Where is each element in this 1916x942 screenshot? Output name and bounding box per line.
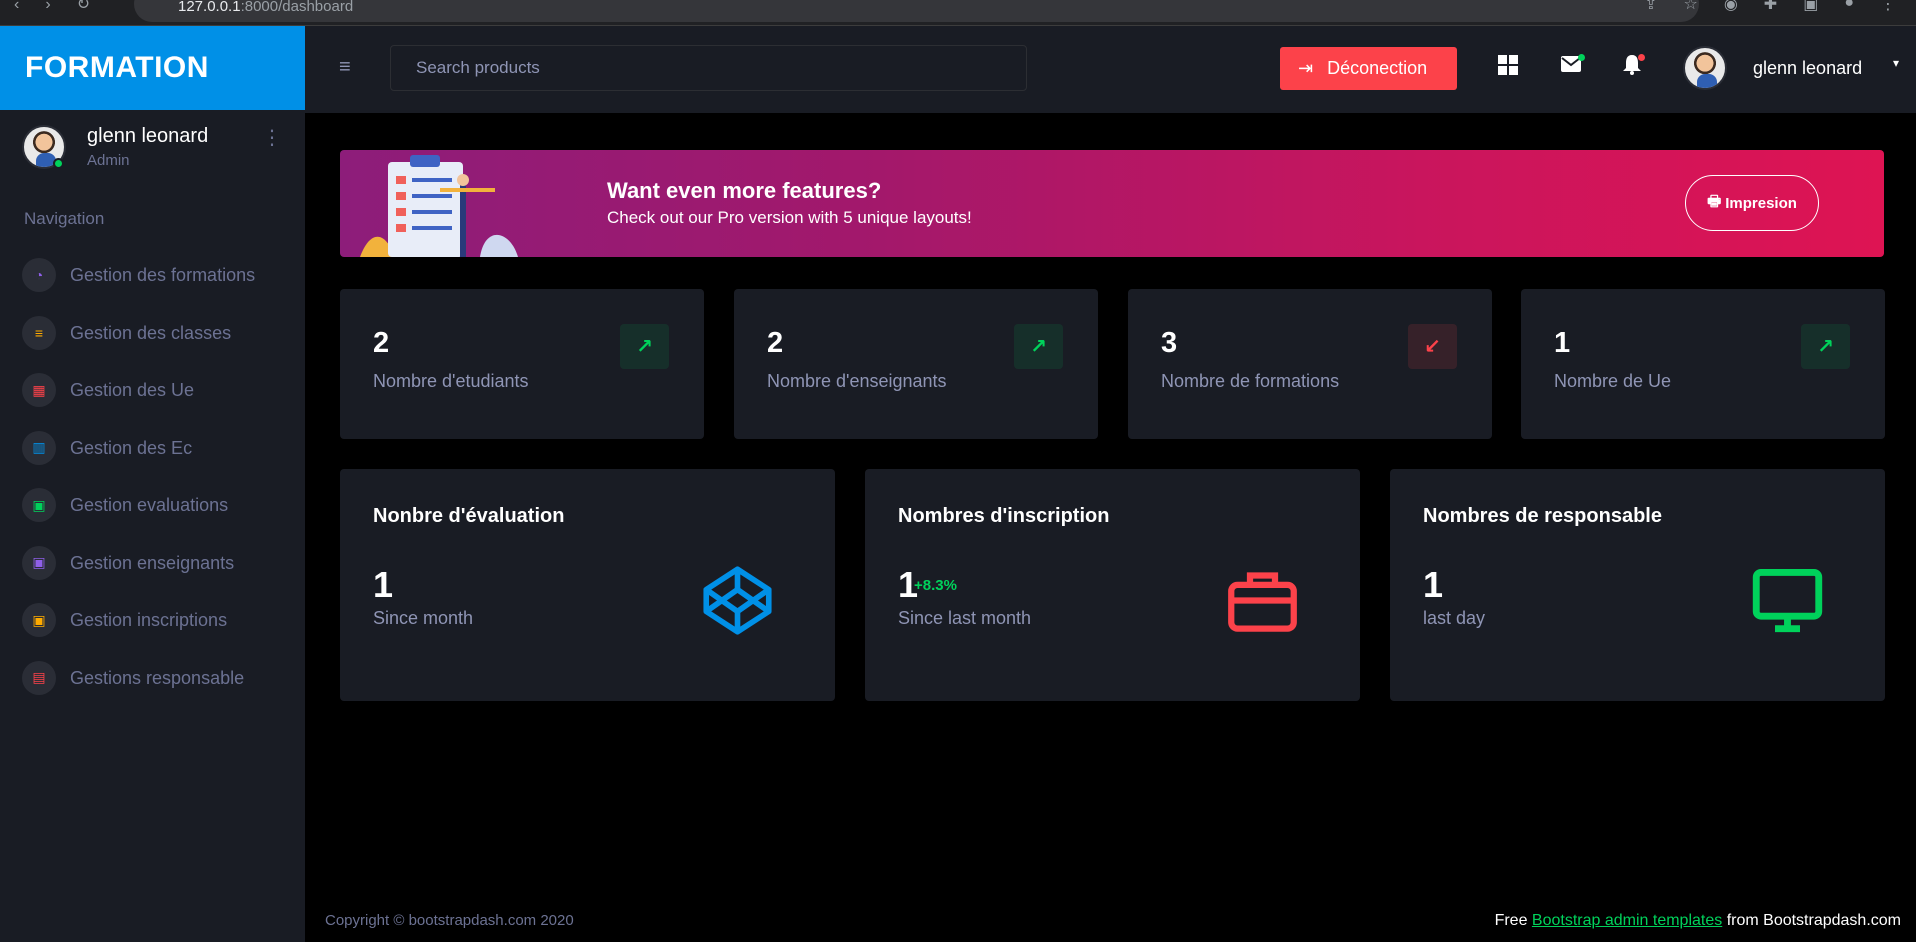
promo-subtitle: Check out our Pro version with 5 unique … [607, 208, 972, 227]
sidebar-item-evaluations[interactable]: ▣ Gestion evaluations [22, 488, 255, 546]
stat-value: 3 [1161, 327, 1178, 359]
browser-extension-icons[interactable]: ⇪ ☆ ◉ ✚ ▣ ● ⋮ [1644, 0, 1896, 14]
table-icon: ▦ [22, 373, 56, 407]
logout-button[interactable]: ⇥ Déconection [1280, 47, 1457, 90]
share-icon: ⇪ [1644, 0, 1658, 13]
sidebar-menu: ◔ Gestion des formations ≡ Gestion des cla… [22, 258, 255, 718]
footer-templates-link[interactable]: Bootstrap admin templates [1532, 912, 1722, 929]
playlist-icon: ≡ [22, 315, 56, 350]
menu-icon: ⋮ [1880, 0, 1896, 13]
print-button[interactable]: 🖶 Impresion [1685, 175, 1819, 231]
sidebar-profile: glenn leonard Admin ⋮ [22, 125, 292, 175]
clipboard-illustration-icon [360, 155, 518, 257]
address-bar[interactable]: 127.0.0.1:8000/dashboard [134, 0, 1699, 22]
monitor-icon [1752, 568, 1823, 633]
card-subtitle: last day [1423, 608, 1486, 628]
address-url: 127.0.0.1:8000/dashboard [178, 0, 354, 15]
arrow-bottom-left-icon: ↙ [1408, 324, 1457, 369]
email-notification-dot [1578, 54, 1585, 61]
avatar [1683, 46, 1727, 90]
search-input[interactable] [390, 45, 1027, 91]
footer-copyright: Copyright © bootstrapdash.com 2020 [325, 912, 574, 929]
promo-title: Want even more features? [607, 178, 882, 203]
stat-value: 2 [767, 327, 784, 359]
speedometer-icon: ◔ [22, 258, 56, 292]
arrow-top-right-icon: ↗ [1801, 324, 1850, 369]
stat-label: Nombre de formations [1161, 371, 1340, 391]
profile-role: Admin [87, 152, 130, 169]
sidebar-item-responsable[interactable]: ▤ Gestions responsable [22, 660, 255, 719]
topbar-user-name: glenn leonard [1753, 58, 1863, 78]
contacts-icon: ▣ [22, 488, 56, 522]
arrow-top-right-icon: ↗ [1014, 324, 1063, 369]
card-responsables: Nombres de responsable 1 last day [1390, 469, 1885, 701]
more-options-icon[interactable]: ⋮ [262, 128, 282, 148]
card-value: 1 [373, 564, 394, 605]
printer-icon: 🖶 [1707, 192, 1722, 210]
grid-icon[interactable] [1498, 55, 1518, 81]
menu-toggle-icon[interactable]: ≡ [339, 56, 351, 79]
chevron-down-icon: ▾ [1893, 56, 1900, 70]
card-title: Nonbre d'évaluation [373, 505, 565, 527]
card-subtitle: Since month [373, 608, 474, 628]
footer-credit: Free Bootstrap admin templates from Boot… [1494, 912, 1901, 929]
contacts-icon: ▣ [22, 545, 56, 580]
puzzle-icon: ✚ [1763, 0, 1778, 13]
star-icon: ☆ [1683, 0, 1698, 13]
logout-icon: ⇥ [1298, 58, 1314, 78]
stat-card-etudiants: 2 Nombre d'etudiants ↗ [340, 289, 704, 439]
promo-banner: Want even more features? Check out our P… [340, 150, 1884, 257]
sidebar-item-inscriptions[interactable]: ▣ Gestion inscriptions [22, 603, 255, 661]
stat-card-formations: 3 Nombre de formations ↙ [1128, 289, 1492, 439]
sidebar-item-formations[interactable]: ◔ Gestion des formations [22, 258, 255, 316]
online-status-dot [53, 158, 64, 169]
sidebar-item-ec[interactable]: ▥ Gestion des Ec [22, 430, 255, 489]
sidebar-item-ue[interactable]: ▦ Gestion des Ue [22, 373, 255, 431]
contacts-icon: ▣ [22, 603, 56, 637]
main-content: Want even more features? Check out our P… [305, 113, 1916, 942]
chart-bar-icon: ▥ [22, 430, 56, 465]
stat-value: 2 [373, 327, 390, 359]
brand-logo[interactable]: FORMATION [0, 26, 305, 110]
arrow-top-right-icon: ↗ [620, 324, 669, 369]
sidebar-item-classes[interactable]: ≡ Gestion des classes [22, 315, 255, 374]
codepen-icon [703, 566, 772, 635]
card-inscriptions: Nombres d'inscription 1 +8.3% Since last… [865, 469, 1360, 701]
nav-section-title: Navigation [24, 209, 105, 228]
stat-card-enseignants: 2 Nombre d'enseignants ↗ [734, 289, 1098, 439]
card-value: 1 [1423, 564, 1444, 605]
topbar: ≡ ⇥Déconection glenn leonard ▾ [305, 26, 1916, 113]
profile-name: glenn leonard [87, 125, 209, 147]
stat-card-ue: 1 Nombre de Ue ↗ [1521, 289, 1885, 439]
sidebar: FORMATION glenn leonard Admin ⋮ Navigati… [0, 26, 305, 942]
card-delta: +8.3% [914, 577, 957, 594]
profile-icon: ● [1844, 0, 1854, 11]
sidebar-item-enseignants[interactable]: ▣ Gestion enseignants [22, 545, 255, 604]
stat-label: Nombre d'etudiants [373, 371, 529, 391]
browser-toolbar: ‹›↻ 127.0.0.1:8000/dashboard ⇪ ☆ ◉ ✚ ▣ ● ⋮ [0, 0, 1916, 26]
stat-value: 1 [1554, 327, 1571, 359]
stat-label: Nombre de Ue [1554, 371, 1672, 391]
card-title: Nombres de responsable [1423, 505, 1662, 527]
stat-label: Nombre d'enseignants [767, 371, 947, 391]
card-title: Nombres d'inscription [898, 505, 1110, 527]
sidebar-icon: ▣ [1803, 0, 1819, 13]
bell-notification-dot [1638, 54, 1645, 61]
briefcase-icon [1228, 572, 1297, 632]
card-subtitle: Since last month [898, 608, 1032, 628]
file-document-icon: ▤ [22, 660, 56, 695]
browser-nav-buttons[interactable]: ‹›↻ [14, 0, 116, 13]
card-evaluations: Nonbre d'évaluation 1 Since month [340, 469, 835, 701]
extension-icon: ◉ [1723, 0, 1738, 13]
